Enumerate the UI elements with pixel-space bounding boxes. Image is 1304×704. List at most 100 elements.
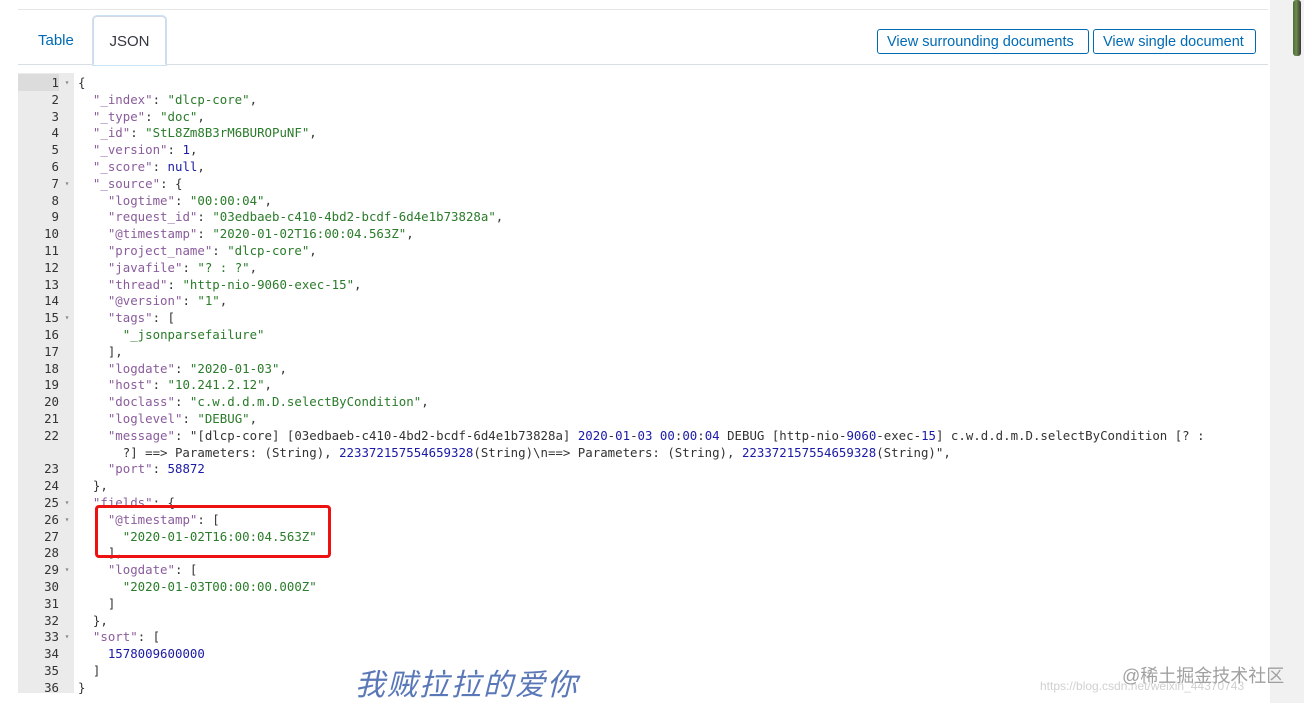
code-text: "_version": 1, <box>92 142 198 158</box>
line-number: 3 <box>51 108 59 124</box>
code-text: "thread": "http-nio-9060-exec-15", <box>107 276 362 292</box>
code-text: ] <box>78 663 101 678</box>
code-line: 24 }, <box>18 477 1248 494</box>
code-line: 15 ▾ "tags": [ <box>18 309 1248 326</box>
line-number: 20 <box>44 394 59 410</box>
code-line: 6 "_score": null, <box>18 158 1248 175</box>
code-line: 17 ], <box>18 343 1248 360</box>
code-line: 23 "port": 58872 <box>18 460 1248 477</box>
code-text: "_type": "doc", <box>92 108 205 124</box>
line-number: 33 <box>44 629 59 645</box>
code-text: "project_name": "dlcp-core", <box>107 243 317 258</box>
fold-toggle-icon[interactable]: ▾ <box>62 511 72 528</box>
view-single-document-link[interactable]: View single document <box>1093 29 1256 54</box>
json-code-viewer[interactable]: 1 ▾{2 "_index": "dlcp-core", 3 "_type": "d… <box>18 73 1268 703</box>
code-line: 34 1578009600000 <box>18 645 1248 662</box>
line-number: 28 <box>44 545 59 561</box>
fold-toggle-icon[interactable]: ▾ <box>62 561 72 578</box>
code-line: 4 "_id": "StL8Zm8B3rM6BUROPuNF", <box>18 124 1248 141</box>
code-text: "doclass": "c.w.d.d.m.D.selectByConditio… <box>107 394 429 410</box>
fold-toggle-icon[interactable]: ▾ <box>62 175 72 192</box>
code-text: "_id": "StL8Zm8B3rM6BUROPuNF", <box>92 125 317 141</box>
code-line: 32 }, <box>18 612 1248 629</box>
code-text: { <box>78 75 86 90</box>
code-line: 18 "logdate": "2020-01-03", <box>18 360 1248 377</box>
code-line: 35 ] <box>18 662 1248 679</box>
code-line: 9 "request_id": "03edbaeb-c410-4bd2-bcdf… <box>18 208 1248 225</box>
code-text: ] <box>78 595 116 611</box>
code-line: 21 "loglevel": "DEBUG", <box>18 410 1248 427</box>
tab-table[interactable]: Table <box>20 16 92 64</box>
line-number: 14 <box>44 293 59 309</box>
line-number: 16 <box>44 327 59 342</box>
code-line: ?] ==> Parameters: (String), 22337215755… <box>18 444 1248 461</box>
line-number: 26 <box>44 511 59 527</box>
fold-toggle-icon[interactable]: ▾ <box>62 309 72 326</box>
line-number: 10 <box>44 226 59 242</box>
line-number: 9 <box>51 209 59 225</box>
code-text: "@timestamp": "2020-01-02T16:00:04.563Z"… <box>107 226 414 242</box>
tab-json[interactable]: JSON <box>93 16 166 65</box>
line-number: 6 <box>51 159 59 174</box>
code-text: "message": "[dlcp-core] [03edbaeb-c410-4… <box>107 427 1205 443</box>
line-number: 34 <box>44 646 59 662</box>
code-line: 31 ] <box>18 595 1248 612</box>
code-line: 1 ▾ { <box>18 74 1248 91</box>
code-text: "2020-01-03T00:00:00.000Z" <box>122 579 317 594</box>
line-number: 4 <box>51 125 59 141</box>
line-number: 7 <box>51 175 59 191</box>
page-scroll-track[interactable] <box>1270 0 1304 703</box>
line-number: 25 <box>44 495 59 510</box>
line-number: 12 <box>44 259 59 275</box>
line-number: 15 <box>44 310 59 326</box>
top-divider <box>18 9 1268 10</box>
code-text: ?] ==> Parameters: (String), 22337215755… <box>78 444 951 460</box>
code-line: 10 "@timestamp": "2020-01-02T16:00:04.56… <box>18 225 1248 242</box>
code-text: "loglevel": "DEBUG", <box>107 411 258 426</box>
code-text: "_source": { <box>92 175 183 191</box>
code-text: "host": "10.241.2.12", <box>107 377 272 393</box>
code-text: "sort": [ <box>92 629 161 645</box>
code-line: 14 "@version": "1", <box>18 292 1248 309</box>
code-line: 2 "_index": "dlcp-core", <box>18 91 1248 108</box>
code-line: 3 "_type": "doc", <box>18 108 1248 125</box>
line-number: 18 <box>44 360 59 376</box>
line-number: 22 <box>44 427 59 443</box>
caption-watermark: 我贼拉拉的爱你 <box>355 668 579 703</box>
code-line: 33 ▾ "sort": [ <box>18 628 1248 645</box>
page-scroll-thumb[interactable] <box>1293 0 1301 56</box>
code-text: "_jsonparsefailure" <box>122 327 265 342</box>
line-number: 21 <box>44 411 59 426</box>
code-text: ], <box>78 343 123 359</box>
code-line: 22 "message": "[dlcp-core] [03edbaeb-c41… <box>18 427 1248 444</box>
code-line: 11 "project_name": "dlcp-core", <box>18 242 1248 259</box>
code-line: 19 "host": "10.241.2.12", <box>18 376 1248 393</box>
line-number: 23 <box>44 461 59 477</box>
fold-toggle-icon[interactable]: ▾ <box>62 628 72 645</box>
code-text: "logdate": "2020-01-03", <box>107 360 287 376</box>
code-text: "request_id": "03edbaeb-c410-4bd2-bcdf-6… <box>107 209 504 225</box>
line-number: 32 <box>44 612 59 628</box>
code-line: 16 "_jsonparsefailure" <box>18 326 1248 343</box>
line-number: 36 <box>44 679 59 695</box>
code-line: 12 "javafile": "? : ?", <box>18 259 1248 276</box>
site-watermark: @稀土掘金技术社区 <box>1122 666 1285 686</box>
code-text: 1578009600000 <box>107 646 205 662</box>
highlight-box <box>95 505 331 558</box>
code-text: "_index": "dlcp-core", <box>92 91 258 107</box>
code-line: 29 ▾ "logdate": [ <box>18 561 1248 578</box>
code-text: "logdate": [ <box>107 562 198 578</box>
code-line: 8 "logtime": "00:00:04", <box>18 192 1248 209</box>
view-surrounding-documents-link[interactable]: View surrounding documents <box>877 29 1089 54</box>
line-number: 29 <box>44 562 59 578</box>
code-line: 13 "thread": "http-nio-9060-exec-15", <box>18 276 1248 293</box>
code-text: "logtime": "00:00:04", <box>107 192 272 208</box>
code-line: 7 ▾ "_source": { <box>18 175 1248 192</box>
line-number: 17 <box>44 343 59 359</box>
line-number: 24 <box>44 478 59 494</box>
code-text: "tags": [ <box>107 310 175 326</box>
fold-toggle-icon[interactable]: ▾ <box>62 74 72 91</box>
fold-toggle-icon[interactable]: ▾ <box>62 494 72 511</box>
code-text: }, <box>78 612 108 628</box>
line-number: 2 <box>51 91 59 107</box>
